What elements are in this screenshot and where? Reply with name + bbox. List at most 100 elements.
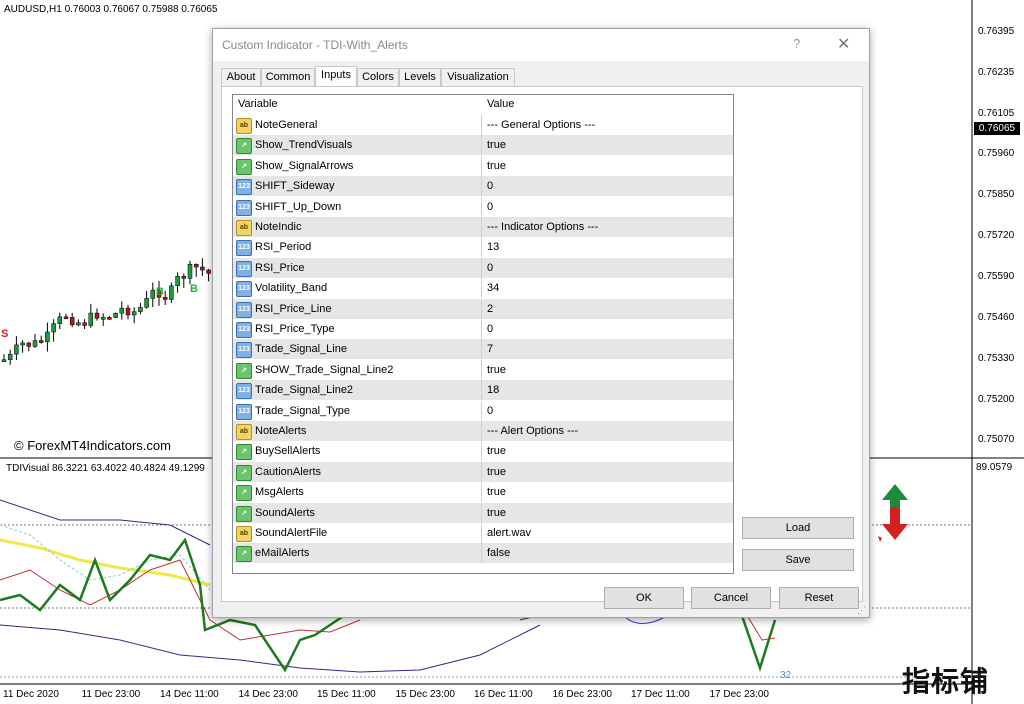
variable-cell[interactable]: ab SoundAlertFile: [233, 523, 482, 543]
candle-body: [100, 317, 106, 320]
time-tick-label: 16 Dec 23:00: [552, 689, 613, 700]
variable-cell[interactable]: ab NoteAlerts: [233, 421, 482, 441]
variable-cell[interactable]: ↗ SoundAlerts: [233, 502, 482, 523]
value-cell[interactable]: true: [487, 466, 506, 478]
variable-cell[interactable]: 123 RSI_Price_Type: [233, 319, 482, 339]
value-cell[interactable]: false: [487, 547, 510, 559]
candle-body: [1, 359, 7, 363]
candle-body: [7, 353, 13, 361]
save-button[interactable]: Save: [742, 549, 854, 571]
value-cell[interactable]: true: [487, 486, 506, 498]
variable-cell[interactable]: ↗ SHOW_Trade_Signal_Line2: [233, 359, 482, 380]
table-row[interactable]: 123 RSI_Price_Type 0: [233, 319, 733, 339]
table-row[interactable]: 123 Trade_Signal_Line 7: [233, 339, 733, 360]
variable-name: Trade_Signal_Line: [255, 343, 347, 356]
variable-cell[interactable]: ab NoteIndic: [233, 217, 482, 237]
close-icon[interactable]: ✕: [837, 34, 850, 54]
table-row[interactable]: 123 Trade_Signal_Type 0: [233, 400, 733, 421]
value-cell[interactable]: true: [487, 160, 506, 172]
value-cell[interactable]: 13: [487, 241, 499, 253]
table-row[interactable]: ↗ SoundAlerts true: [233, 502, 733, 523]
table-row[interactable]: ↗ Show_TrendVisuals true: [233, 135, 733, 156]
variable-cell[interactable]: 123 RSI_Price: [233, 257, 482, 278]
cancel-button[interactable]: Cancel: [691, 587, 771, 609]
tab-visualization[interactable]: Visualization: [441, 68, 515, 87]
variable-cell[interactable]: 123 Trade_Signal_Line2: [233, 380, 482, 401]
value-cell[interactable]: --- Alert Options ---: [487, 425, 578, 437]
variable-name: Trade_Signal_Type: [255, 404, 350, 417]
candle-body: [94, 312, 100, 319]
variable-cell[interactable]: 123 Trade_Signal_Line: [233, 339, 482, 360]
value-cell[interactable]: 7: [487, 343, 493, 355]
value-cell[interactable]: 0: [487, 323, 493, 335]
table-row[interactable]: ↗ BuySellAlerts true: [233, 441, 733, 462]
price-tick-label: 0.75960: [978, 148, 1015, 159]
variable-cell[interactable]: 123 SHIFT_Sideway: [233, 176, 482, 197]
variable-cell[interactable]: 123 RSI_Period: [233, 237, 482, 258]
table-row[interactable]: ↗ MsgAlerts true: [233, 482, 733, 503]
tab-colors[interactable]: Colors: [357, 68, 399, 87]
variable-cell[interactable]: ab NoteGeneral: [233, 115, 482, 135]
table-row[interactable]: ↗ SHOW_Trade_Signal_Line2 true: [233, 359, 733, 380]
variable-cell[interactable]: ↗ Show_SignalArrows: [233, 155, 482, 176]
dialog-titlebar[interactable]: Custom Indicator - TDI-With_Alerts ? ✕: [213, 29, 869, 61]
value-cell[interactable]: true: [487, 445, 506, 457]
table-row[interactable]: 123 RSI_Price 0: [233, 257, 733, 278]
value-cell[interactable]: 0: [487, 180, 493, 192]
variable-name: SoundAlerts: [255, 506, 315, 519]
variable-cell[interactable]: 123 RSI_Price_Line: [233, 298, 482, 319]
ok-button[interactable]: OK: [604, 587, 684, 609]
table-row[interactable]: ↗ CautionAlerts true: [233, 461, 733, 482]
candle-body: [51, 323, 56, 333]
variable-cell[interactable]: ↗ eMailAlerts: [233, 543, 482, 564]
variable-cell[interactable]: 123 Trade_Signal_Type: [233, 400, 482, 421]
buy-signal-letter: B: [156, 286, 164, 298]
inputs-table[interactable]: Variable Value ab NoteGeneral --- General …: [232, 94, 734, 574]
table-row[interactable]: 123 SHIFT_Up_Down 0: [233, 196, 733, 217]
tab-inputs[interactable]: Inputs: [315, 66, 357, 87]
table-row[interactable]: 123 Volatility_Band 34: [233, 278, 733, 299]
help-icon[interactable]: ?: [793, 36, 800, 51]
table-row[interactable]: ab NoteIndic --- Indicator Options ---: [233, 217, 733, 237]
value-cell[interactable]: true: [487, 507, 506, 519]
table-row[interactable]: 123 RSI_Period 13: [233, 237, 733, 258]
column-header-variable[interactable]: Variable: [238, 98, 278, 110]
table-row[interactable]: 123 SHIFT_Sideway 0: [233, 176, 733, 197]
column-header-value[interactable]: Value: [487, 98, 514, 110]
value-cell[interactable]: 2: [487, 303, 493, 315]
variable-cell[interactable]: ↗ BuySellAlerts: [233, 441, 482, 462]
table-row[interactable]: ↗ eMailAlerts false: [233, 543, 733, 564]
value-cell[interactable]: 0: [487, 262, 493, 274]
upper-band-line: [0, 499, 211, 546]
value-cell[interactable]: true: [487, 364, 506, 376]
variable-name: SHIFT_Sideway: [255, 180, 335, 193]
variable-cell[interactable]: ↗ MsgAlerts: [233, 482, 482, 503]
value-cell[interactable]: 18: [487, 384, 499, 396]
signal-line-2: [0, 524, 211, 591]
value-cell[interactable]: --- General Options ---: [487, 119, 595, 131]
tab-levels[interactable]: Levels: [399, 68, 441, 87]
value-cell[interactable]: true: [487, 139, 506, 151]
variable-cell[interactable]: 123 Volatility_Band: [233, 278, 482, 299]
table-row[interactable]: 123 Trade_Signal_Line2 18: [233, 380, 733, 401]
table-row[interactable]: ab SoundAlertFile alert.wav: [233, 523, 733, 543]
variable-cell[interactable]: 123 SHIFT_Up_Down: [233, 196, 482, 217]
table-row[interactable]: ab NoteAlerts --- Alert Options ---: [233, 421, 733, 441]
value-cell[interactable]: 0: [487, 405, 493, 417]
value-cell[interactable]: alert.wav: [487, 527, 531, 539]
load-button[interactable]: Load: [742, 517, 854, 539]
value-cell[interactable]: 0: [487, 201, 493, 213]
reset-button[interactable]: Reset: [779, 587, 859, 609]
variable-cell[interactable]: ↗ CautionAlerts: [233, 461, 482, 482]
indicator-header: TDIVisual 86.3221 63.4022 40.4824 49.129…: [6, 463, 205, 474]
table-row[interactable]: ↗ Show_SignalArrows true: [233, 155, 733, 176]
resize-grip-icon[interactable]: ⋰: [857, 605, 867, 615]
tab-common[interactable]: Common: [261, 68, 315, 87]
variable-cell[interactable]: ↗ Show_TrendVisuals: [233, 135, 482, 156]
tab-about[interactable]: About: [221, 68, 261, 87]
table-row[interactable]: ab NoteGeneral --- General Options ---: [233, 115, 733, 135]
table-row[interactable]: 123 RSI_Price_Line 2: [233, 298, 733, 319]
value-cell[interactable]: 34: [487, 282, 499, 294]
price-tick-label: 0.75850: [978, 189, 1015, 200]
value-cell[interactable]: --- Indicator Options ---: [487, 221, 598, 233]
